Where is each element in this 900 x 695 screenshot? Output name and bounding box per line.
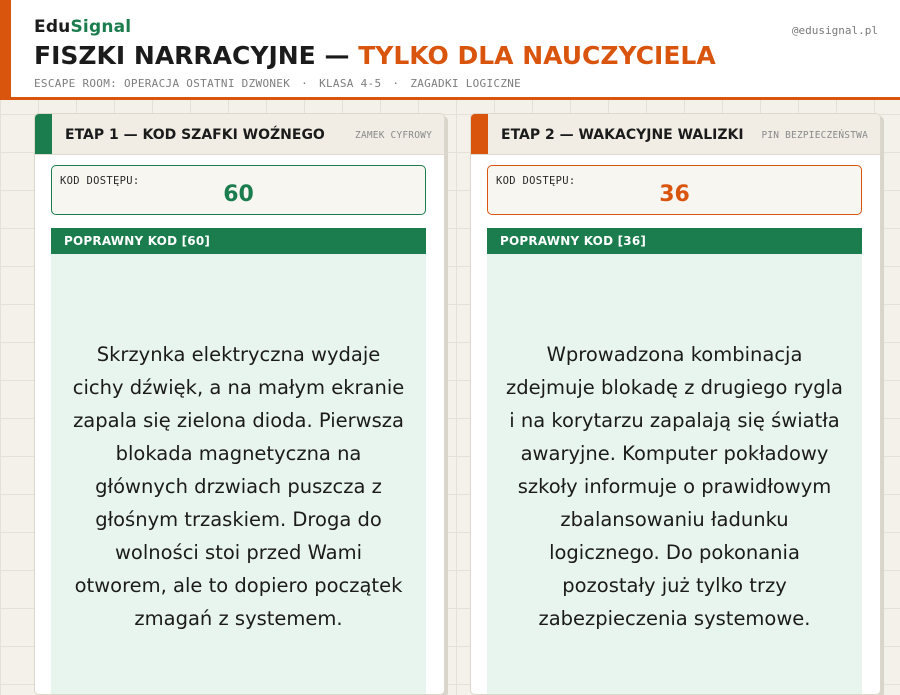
page-header: EduSignal @edusignal.pl FISZKI NARRACYJN… [0,0,900,100]
page-subtitle: ESCAPE ROOM: OPERACJA OSTATNI DZWONEK · KL… [34,77,521,90]
subtitle-room: ESCAPE ROOM: OPERACJA OSTATNI DZWONEK [34,77,291,90]
stage-card-1: ETAP 1 — KOD SZAFKI WOŹNEGO ZAMEK CYFROW… [34,113,445,695]
social-handle: @edusignal.pl [791,24,878,37]
narrative-area: Skrzynka elektryczna wydaje cichy dźwięk… [51,254,426,694]
narrative-text: Wprowadzona kombinacja zdejmuje blokadę … [506,343,843,630]
brand-logo: EduSignal [34,17,131,37]
page-title: FISZKI NARRACYJNE — TYLKO DLA NAUCZYCIEL… [34,41,716,70]
card-tag: ZAMEK CYFROWY [355,130,432,141]
access-code-box: KOD DOSTĘPU: 36 [487,165,862,215]
correct-code-bar: POPRAWNY KOD [36] [487,228,862,254]
subtitle-separator: · [392,77,400,90]
access-code-value: 60 [223,182,254,207]
subtitle-grade: KLASA 4-5 [319,77,382,90]
card-color-bar [35,114,52,154]
correct-code-label: POPRAWNY KOD [36] [500,234,647,248]
stage-card-2: ETAP 2 — WAKACYJNE WALIZKI PIN BEZPIECZE… [470,113,881,695]
correct-code-bar: POPRAWNY KOD [60] [51,228,426,254]
narrative-area: Wprowadzona kombinacja zdejmuje blokadę … [487,254,862,694]
card-title: ETAP 1 — KOD SZAFKI WOŹNEGO [65,127,325,143]
subtitle-separator: · [301,77,309,90]
brand-part-signal: Signal [70,17,132,37]
page-title-accent: TYLKO DLA NAUCZYCIELA [358,41,716,70]
card-tag: PIN BEZPIECZEŃSTWA [761,130,868,141]
card-color-bar [471,114,488,154]
subtitle-category: ZAGADKI LOGICZNE [410,77,522,90]
card-header: ETAP 1 — KOD SZAFKI WOŹNEGO ZAMEK CYFROW… [35,114,444,155]
page-title-main: FISZKI NARRACYJNE — [34,41,350,70]
header-accent-stripe [0,0,11,100]
brand-part-edu: Edu [34,17,71,37]
card-title: ETAP 2 — WAKACYJNE WALIZKI [501,127,744,143]
card-header: ETAP 2 — WAKACYJNE WALIZKI PIN BEZPIECZE… [471,114,880,155]
access-code-box: KOD DOSTĘPU: 60 [51,165,426,215]
narrative-text: Skrzynka elektryczna wydaje cichy dźwięk… [72,343,405,630]
correct-code-label: POPRAWNY KOD [60] [64,234,211,248]
access-code-value: 36 [659,182,690,207]
